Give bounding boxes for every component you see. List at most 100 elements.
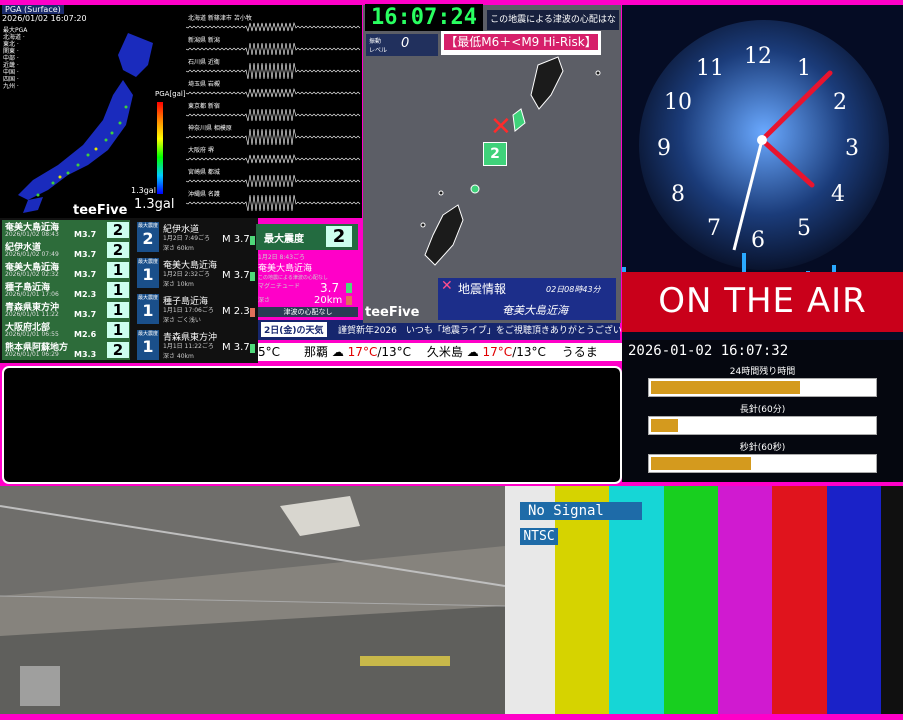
eew-magnitude: M2.3 bbox=[74, 290, 97, 299]
test-pattern-bars bbox=[505, 486, 903, 714]
quake-info-box: ✕ 地震情報 02日08時43分 奄美大島近海 bbox=[438, 278, 616, 320]
seismo-label: 東京都 新宿 bbox=[188, 103, 220, 110]
detail-marker bbox=[250, 236, 255, 245]
ticker-seg-c: うるま bbox=[549, 345, 598, 359]
eew-time: 2026/01/01 06:55 bbox=[5, 331, 59, 338]
eew-scale: 1 bbox=[107, 322, 129, 338]
eew-detail-card: 最大震度 2 紀伊水道 1月2日 7:49ごろ 深さ 60km M 3.7 bbox=[134, 222, 255, 256]
eew-list-item[interactable]: 熊本県阿蘇地方 2026/01/01 06:29 M3.3 2 bbox=[2, 340, 130, 360]
seismo-row: 大阪府 堺 bbox=[185, 145, 362, 167]
weather-ticker: 5°C 那覇 ☁ 17°C/13°C 久米島 ☁ 17°C/13°C うるま bbox=[258, 343, 622, 361]
eew-scale: 2 bbox=[107, 222, 129, 238]
svg-text:5: 5 bbox=[797, 216, 811, 241]
quake-info-date: 02日08時43分 bbox=[546, 285, 601, 294]
eew-time: 2026/01/01 11:22 bbox=[5, 311, 59, 318]
detail-depth: 深さ ごく浅い bbox=[163, 317, 201, 324]
progress-24h bbox=[648, 378, 877, 397]
cloud-icon: ☁ bbox=[466, 345, 479, 359]
eew-list-item[interactable]: 大阪府北部 2026/01/01 06:55 M2.6 1 bbox=[2, 320, 130, 340]
quake-info-region: 奄美大島近海 bbox=[502, 304, 568, 317]
label-second: 秒針(60秒) bbox=[739, 443, 786, 453]
pga-timestamp: 2026/01/02 16:07:20 bbox=[2, 14, 87, 23]
eew-list-item[interactable]: 青森県東方沖 2026/01/01 11:22 M3.7 1 bbox=[2, 300, 130, 320]
detail-time: 1月2日 7:49ごろ bbox=[163, 235, 211, 242]
seismo-label: 神奈川県 相模原 bbox=[188, 125, 232, 132]
detail-time: 1月2日 2:32ごろ bbox=[163, 271, 211, 278]
eew-list-item[interactable]: 種子島近海 2026/01/01 17:06 M2.3 1 bbox=[2, 280, 130, 300]
depth-label: 深さ bbox=[258, 297, 271, 304]
pga-map-panel: PGA (Surface) 2026/01/02 16:07:20 最大PGA 北… bbox=[0, 5, 362, 218]
label-24h: 24時間残り時間 bbox=[729, 367, 796, 377]
digital-clock: 16:07:24 bbox=[365, 4, 483, 31]
ntsc-label: NTSC bbox=[520, 528, 558, 545]
seismo-label: 宮崎県 都城 bbox=[188, 169, 220, 176]
max-intensity-info: 1月2日 8:43ごろ 奄美大島近海 この地震による津波の心配なし マグニチュー… bbox=[258, 252, 358, 307]
color-bar bbox=[663, 486, 718, 714]
greeting-message: 謹賀新年2026 いつも「地震ライブ」をご視聴頂きありがとうございます! bbox=[338, 326, 644, 336]
svg-text:2: 2 bbox=[833, 90, 847, 115]
eew-scale: 2 bbox=[107, 342, 129, 358]
eew-magnitude: M3.7 bbox=[74, 270, 97, 279]
shindo-level-box: 振動 レベル 0 bbox=[366, 34, 438, 56]
detail-depth: 深さ 10km bbox=[163, 281, 194, 288]
gal-value: 1.3gal bbox=[134, 197, 175, 212]
detail-marker bbox=[250, 344, 255, 353]
pga-colorbar bbox=[157, 102, 163, 194]
eew-magnitude: M2.6 bbox=[74, 330, 97, 339]
eew-time: 2026/01/02 08:43 bbox=[5, 231, 59, 238]
seismo-label: 埼玉県 岩槻 bbox=[188, 81, 220, 88]
detail-mag: M 2.3 bbox=[222, 306, 250, 317]
seismo-label: 新潟県 新潟 bbox=[188, 37, 220, 44]
eew-time: 2026/01/02 07:49 bbox=[5, 251, 59, 258]
detail-depth: 深さ 40km bbox=[163, 353, 194, 360]
eew-scale: 1 bbox=[107, 262, 129, 278]
seismo-label: 北海道 新篠津市 苫小牧 bbox=[188, 15, 252, 22]
tsunami-note: この地震による津波の心配はなし bbox=[487, 10, 619, 45]
progress-24h-fill bbox=[651, 381, 801, 394]
svg-text:9: 9 bbox=[657, 136, 671, 161]
intensity-pin: 2 bbox=[483, 142, 507, 166]
seismo-row: 東京都 新宿 bbox=[185, 101, 362, 123]
detail-mag: M 3.7 bbox=[222, 270, 250, 281]
eew-detail-card: 最大震度 1 奄美大島近海 1月2日 2:32ごろ 深さ 10km M 3.7 bbox=[134, 258, 255, 292]
svg-text:10: 10 bbox=[664, 90, 692, 115]
weather-date: 2日(金)の天気 bbox=[261, 322, 327, 337]
color-bar bbox=[555, 486, 610, 714]
eew-time: 2026/01/01 06:29 bbox=[5, 351, 59, 358]
detail-scale-icon: 最大震度 1 bbox=[137, 330, 159, 360]
eew-list-panel: 奄美大島近海 2026/01/02 08:43 M3.7 2 紀伊水道 2026/01/0… bbox=[0, 218, 258, 363]
seismo-row: 石川県 近衛 bbox=[185, 57, 362, 80]
teefive-logo: teeFive bbox=[73, 203, 128, 218]
tsunami-status: 津波の心配なし bbox=[258, 307, 358, 317]
eew-scale: 2 bbox=[107, 242, 129, 258]
eew-list-item[interactable]: 奄美大島近海 2026/01/02 08:43 M3.7 2 bbox=[2, 220, 130, 240]
progress-minute-fill bbox=[651, 419, 678, 432]
magnitude-label: マグニチュード bbox=[258, 283, 301, 290]
eew-list-item[interactable]: 紀伊水道 2026/01/02 07:49 M3.7 2 bbox=[2, 240, 130, 260]
eew-scale: 1 bbox=[107, 282, 129, 298]
detail-scale-icon: 最大震度 1 bbox=[137, 258, 159, 288]
quake-info-title: 地震情報 bbox=[458, 282, 507, 296]
seismo-row: 沖縄県 名護 bbox=[185, 189, 362, 212]
gal-small-value: 1.3gal bbox=[131, 186, 156, 195]
color-bar bbox=[772, 486, 827, 714]
svg-text:3: 3 bbox=[845, 136, 859, 161]
seismo-label: 石川県 近衛 bbox=[188, 59, 220, 66]
risk-badge: 【最低M6＋<M9 Hi-Risk】 bbox=[441, 31, 601, 55]
ticker-seg-a: 5°C 那覇 bbox=[258, 345, 329, 359]
eew-magnitude: M3.7 bbox=[74, 250, 97, 259]
eew-magnitude: M3.7 bbox=[74, 230, 97, 239]
color-bar bbox=[826, 486, 881, 714]
cloud-icon: ☁ bbox=[331, 345, 344, 359]
svg-text:6: 6 bbox=[751, 228, 765, 253]
temp-a-high: 17°C bbox=[347, 345, 378, 359]
datetime-display: 2026-01-02 16:07:32 bbox=[628, 343, 789, 359]
eew-list-item[interactable]: 奄美大島近海 2026/01/02 02:32 M3.7 1 bbox=[2, 260, 130, 280]
temp-b-low: /13°C bbox=[512, 345, 546, 359]
max-intensity-value: 2 bbox=[326, 226, 352, 247]
pga-scale-label: PGA[gal] bbox=[155, 90, 186, 98]
teefive-logo-2: teeFive bbox=[365, 305, 420, 320]
no-signal-label: No Signal bbox=[520, 502, 642, 520]
seismo-row: 宮崎県 都城 bbox=[185, 167, 362, 189]
magnitude-value: 3.7 bbox=[320, 281, 340, 295]
